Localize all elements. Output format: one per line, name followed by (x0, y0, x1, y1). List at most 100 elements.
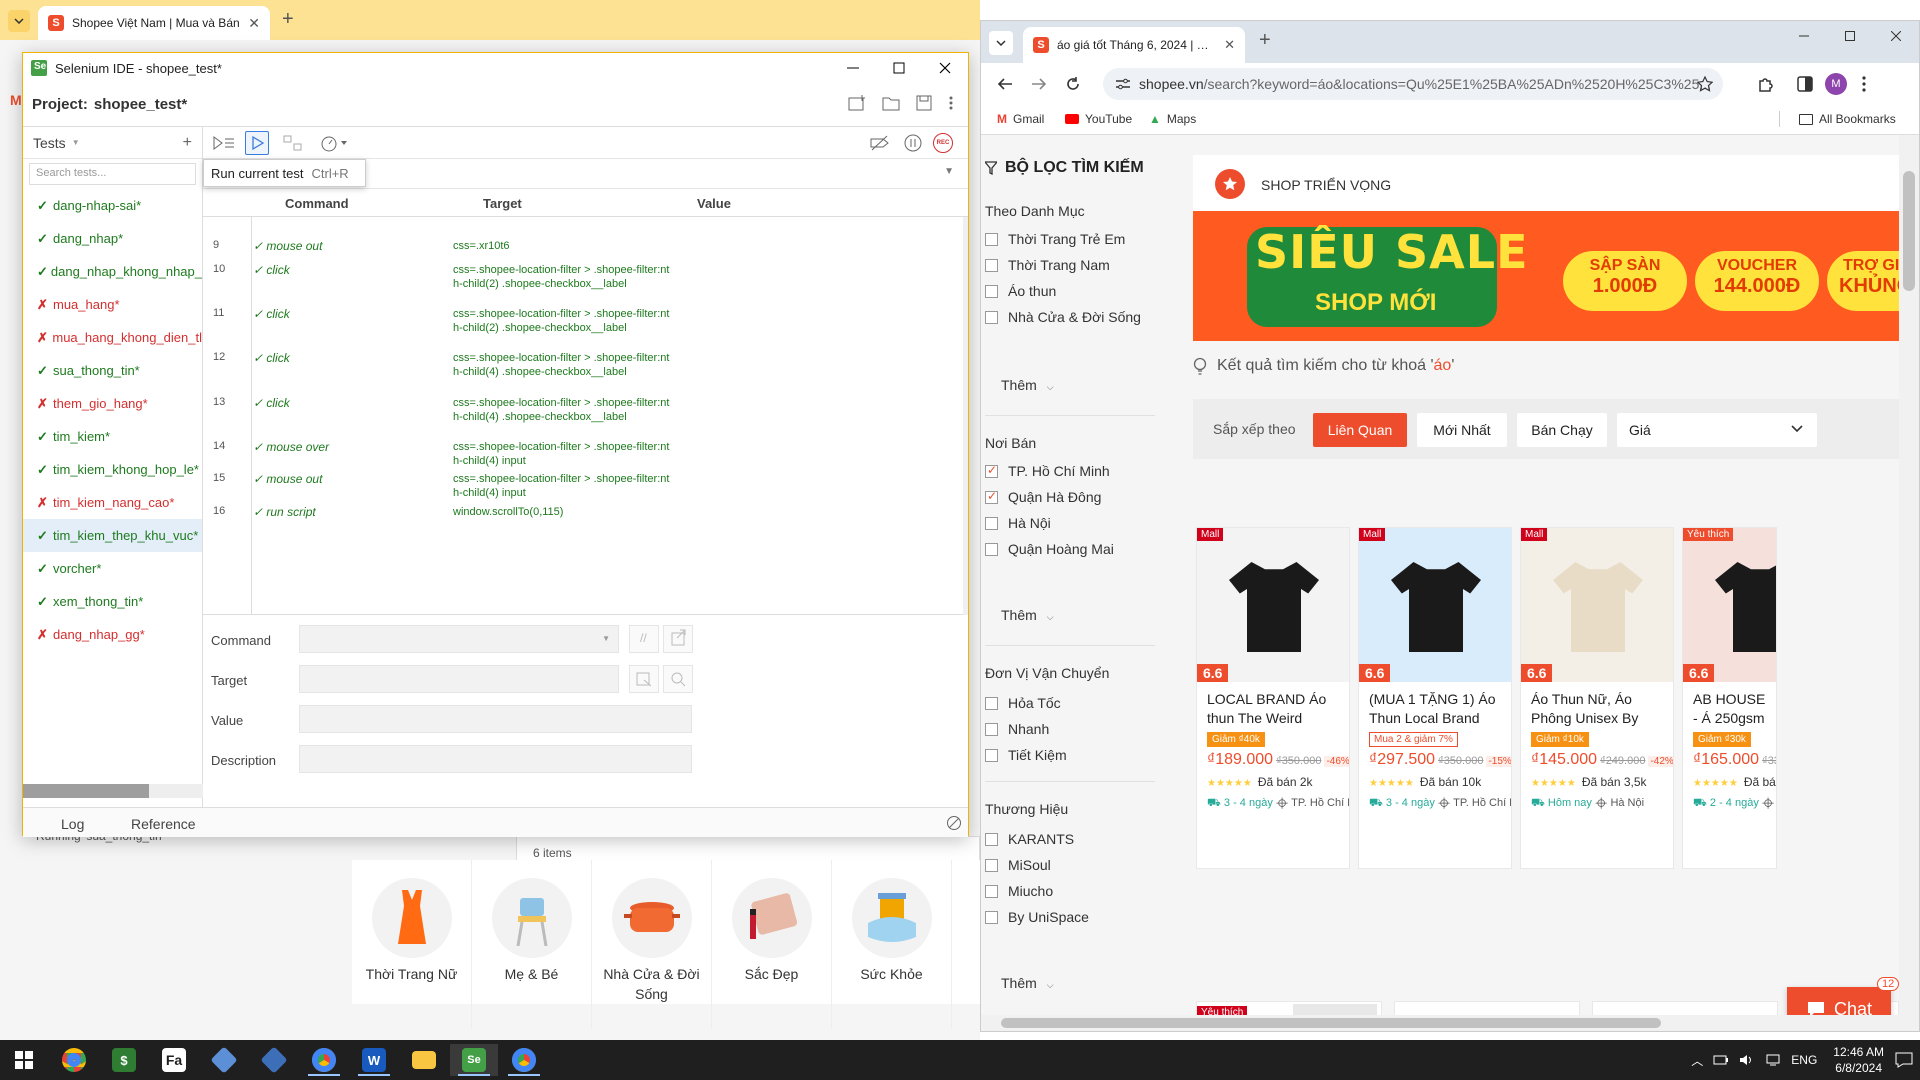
filter-option[interactable]: KARANTS (985, 831, 1074, 847)
category-item[interactable]: Nhà Cửa & Đời Sống (592, 860, 712, 1028)
checkbox[interactable] (985, 516, 998, 530)
checkbox[interactable] (985, 489, 998, 504)
editor-description-input[interactable] (299, 745, 692, 773)
checkbox[interactable] (985, 232, 998, 246)
minimize-button[interactable] (830, 53, 876, 83)
taskbar-font-app[interactable]: Fa (150, 1044, 198, 1076)
filter-option[interactable]: By UniSpace (985, 909, 1089, 925)
category-item[interactable]: Thời Trang Nữ (352, 860, 472, 1028)
checkbox[interactable] (985, 910, 998, 924)
selenium-title-bar[interactable]: Se Selenium IDE - shopee_test* (23, 53, 968, 83)
sort-best-selling-button[interactable]: Bán Chạy (1517, 413, 1607, 447)
filter-option[interactable]: Tiết Kiệm (985, 747, 1067, 763)
product-card[interactable]: Mall 6.6 LOCAL BRAND Áo thun The Weird Pho… (1196, 527, 1350, 869)
editor-target-input[interactable] (299, 665, 619, 693)
test-item[interactable]: ✗ tim_kiem_nang_cao* (23, 486, 202, 519)
taskbar-3d-app[interactable] (200, 1044, 248, 1076)
shopee-search-tab[interactable]: S áo giá tốt Tháng 6, 2024 | Mua ✕ (1023, 27, 1245, 63)
category-more-toggle[interactable]: Thêm ⌵ (1001, 377, 1054, 393)
clock[interactable]: 12:46 AM 6/8/2024 (1833, 1044, 1884, 1076)
test-item[interactable]: ✗ them_gio_hang* (23, 387, 202, 420)
more-options-icon[interactable] (948, 95, 954, 111)
select-target-button[interactable] (629, 665, 659, 693)
save-icon[interactable] (916, 95, 932, 111)
battery-icon[interactable] (1713, 1053, 1729, 1067)
checkbox[interactable] (985, 696, 998, 710)
minimize-button[interactable] (1781, 21, 1827, 51)
bookmark-star-icon[interactable] (1697, 76, 1713, 92)
page-horizontal-scrollbar[interactable] (981, 1015, 1899, 1031)
bg-shopee-tab[interactable]: S Shopee Việt Nam | Mua và Bán ✕ (38, 6, 270, 40)
filter-option[interactable]: Áo thun (985, 283, 1056, 299)
category-item[interactable]: Sắc Đẹp (712, 860, 832, 1028)
close-icon[interactable]: ✕ (1224, 37, 1235, 53)
add-test-button[interactable]: + (183, 134, 192, 152)
volume-icon[interactable] (1739, 1053, 1755, 1067)
project-name[interactable]: shopee_test* (94, 96, 187, 113)
test-item[interactable]: ✓ tim_kiem_thep_khu_vuc* (23, 519, 202, 552)
checkbox[interactable] (985, 748, 998, 762)
back-arrow-icon[interactable] (997, 76, 1013, 92)
notification-icon[interactable] (1894, 1051, 1914, 1069)
extensions-icon[interactable] (1757, 75, 1775, 93)
tray-overflow-icon[interactable]: ︿ (1691, 1052, 1703, 1069)
page-vertical-scrollbar[interactable] (1899, 135, 1919, 1031)
comment-toggle-button[interactable]: // (629, 625, 659, 653)
tab-list-button[interactable] (989, 31, 1013, 55)
sort-newest-button[interactable]: Mới Nhất (1417, 413, 1507, 447)
location-more-toggle[interactable]: Thêm ⌵ (1001, 607, 1054, 623)
find-target-button[interactable] (663, 665, 693, 693)
new-tab-button[interactable]: + (282, 8, 294, 31)
bookmark-gmail[interactable]: M Gmail (997, 112, 1044, 126)
command-table-scrollbar[interactable] (963, 217, 968, 615)
search-tests-input[interactable]: Search tests... (29, 163, 196, 185)
category-item[interactable]: Mẹ & Bé (472, 860, 592, 1028)
filter-option[interactable]: Thời Trang Nam (985, 257, 1110, 273)
test-item[interactable]: ✓ vorcher* (23, 552, 202, 585)
checkbox[interactable] (985, 284, 998, 298)
open-reference-button[interactable] (663, 625, 693, 653)
close-button[interactable] (922, 53, 968, 83)
taskbar-file-explorer[interactable] (400, 1044, 448, 1076)
profile-avatar[interactable]: M (1825, 73, 1847, 95)
new-project-icon[interactable] (848, 95, 866, 111)
test-item[interactable]: ✓ dang_nhap_khong_nhap_ (23, 255, 202, 288)
tab-list-button[interactable] (8, 10, 30, 32)
tab-reference[interactable]: Reference (131, 816, 196, 832)
test-item[interactable]: ✗ mua_hang_khong_dien_tl (23, 321, 202, 354)
sort-relevance-button[interactable]: Liên Quan (1313, 413, 1407, 447)
taskbar-chrome-profile[interactable] (300, 1044, 348, 1076)
test-item[interactable]: ✗ mua_hang* (23, 288, 202, 321)
sidebar-horizontal-scrollbar[interactable] (23, 784, 203, 798)
close-button[interactable] (1873, 21, 1919, 51)
filter-option[interactable]: MiSoul (985, 857, 1051, 873)
run-current-test-button[interactable] (245, 131, 269, 155)
checkbox[interactable] (985, 463, 998, 478)
taskbar-chrome-3[interactable] (500, 1044, 548, 1076)
editor-command-select[interactable]: ▼ (299, 625, 619, 653)
product-card[interactable]: Yêu thích 6.6 AB HOUSE - Á 250gsm FLOW Giảm… (1682, 527, 1777, 869)
close-icon[interactable]: ✕ (248, 15, 260, 32)
filter-option[interactable]: Thời Trang Trẻ Em (985, 231, 1125, 247)
product-card[interactable]: Mall 6.6 Áo Thun Nữ, Áo Phông Unisex By PE… (1520, 527, 1674, 869)
run-all-tests-icon[interactable] (213, 135, 235, 151)
filter-option[interactable]: Nhanh (985, 721, 1049, 737)
bookmark-youtube[interactable]: YouTube (1065, 112, 1132, 126)
test-item[interactable]: ✓ sua_thong_tin* (23, 354, 202, 387)
taskbar-chrome[interactable] (50, 1044, 98, 1076)
sale-banner[interactable]: SIÊU SALE SHOP MỚI SẬP SÀN 1.000Đ VOUCHE… (1193, 211, 1899, 341)
test-item[interactable]: ✓ dang_nhap* (23, 222, 202, 255)
taskbar-selenium[interactable]: Se (450, 1044, 498, 1076)
start-button[interactable] (0, 1044, 48, 1076)
filter-option[interactable]: Quận Hà Đông (985, 489, 1101, 505)
test-item[interactable]: ✓ dang-nhap-sai* (23, 189, 202, 222)
filter-option[interactable]: Miucho (985, 883, 1053, 899)
brand-more-toggle[interactable]: Thêm ⌵ (1001, 975, 1054, 991)
network-icon[interactable] (1765, 1053, 1781, 1067)
price-sort-select[interactable]: Giá (1617, 413, 1817, 447)
filter-option[interactable]: Quận Hoàng Mai (985, 541, 1114, 557)
clear-log-icon[interactable] (946, 815, 962, 831)
filter-option[interactable]: Hà Nội (985, 515, 1051, 531)
disable-breakpoints-icon[interactable] (869, 135, 891, 151)
filter-option[interactable]: Nhà Cửa & Đời Sống (985, 309, 1141, 325)
